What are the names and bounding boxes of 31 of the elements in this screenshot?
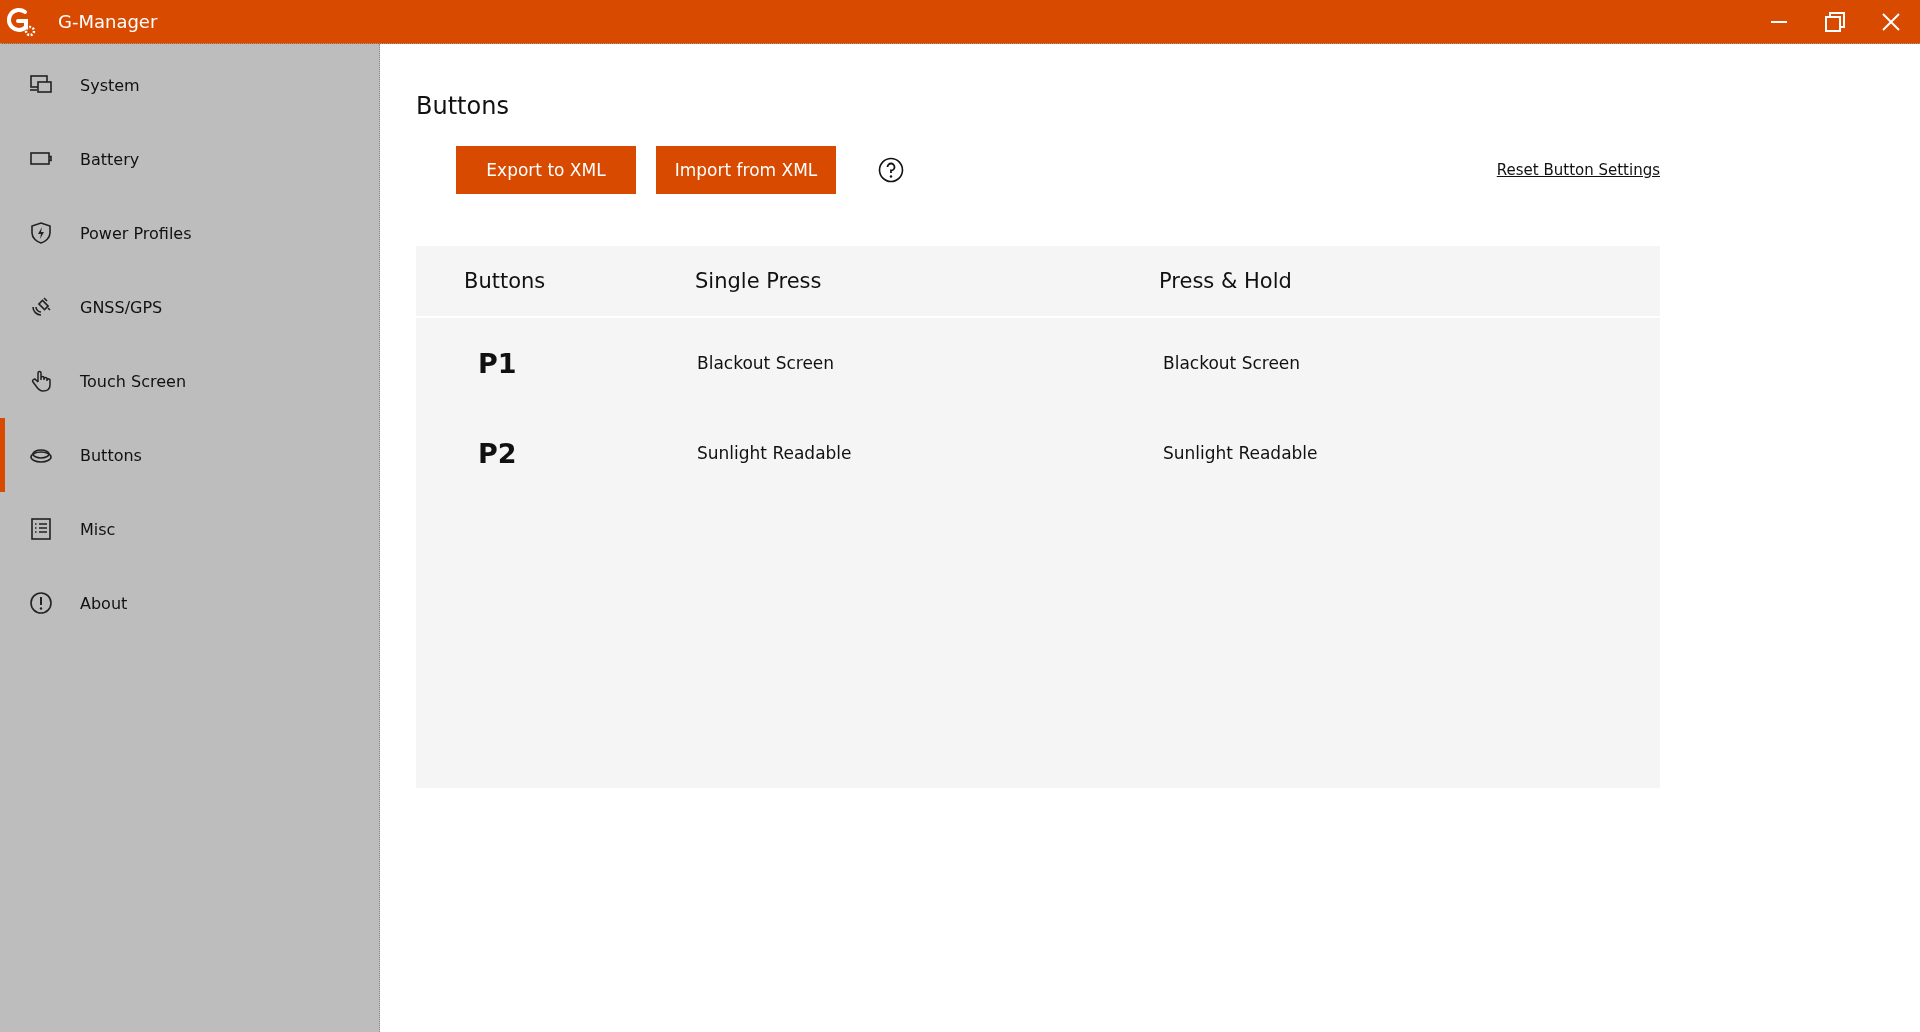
table-cell-text: P2 — [477, 437, 518, 469]
sidebar-item[interactable]: Misc — [0, 492, 379, 566]
sidebar-item[interactable]: GNSS/GPS — [0, 270, 379, 344]
sidebar-item[interactable]: About — [0, 566, 379, 640]
reset-link[interactable]: Reset Button Settings — [1496, 161, 1660, 179]
list-icon — [29, 517, 53, 541]
column-header: Single Press — [695, 269, 823, 293]
table-cell-text: Blackout Screen — [697, 353, 836, 373]
table-cell: Sunlight Readable — [1163, 443, 1318, 463]
column-header: Press & Hold — [1159, 269, 1292, 293]
restore-icon[interactable] — [1825, 11, 1845, 32]
action-button[interactable]: Import from XML — [656, 146, 836, 194]
sidebar-item[interactable]: System — [0, 48, 379, 122]
page-title: Buttons — [416, 92, 510, 120]
exclamation-circle-icon — [29, 591, 53, 615]
action-button[interactable]: Export to XML — [456, 146, 636, 194]
column-header: Buttons — [463, 269, 547, 293]
shield-bolt-icon — [29, 221, 53, 245]
close-icon[interactable] — [1882, 12, 1900, 31]
table-cell: Blackout Screen — [1163, 353, 1301, 373]
table-cell-text: P1 — [477, 347, 518, 379]
sidebar-item[interactable]: Battery — [0, 122, 379, 196]
window-title: G-Manager — [58, 11, 158, 32]
satellite-icon — [29, 295, 53, 319]
logo-icon — [6, 6, 36, 37]
pointing-hand-icon — [29, 369, 53, 393]
sidebar-item[interactable]: Buttons — [0, 418, 379, 492]
sidebar-item[interactable]: Power Profiles — [0, 196, 379, 270]
help-icon[interactable] — [878, 157, 904, 183]
table-cell-text: Sunlight Readable — [697, 443, 853, 463]
sidebar-item[interactable]: Touch Screen — [0, 344, 379, 418]
